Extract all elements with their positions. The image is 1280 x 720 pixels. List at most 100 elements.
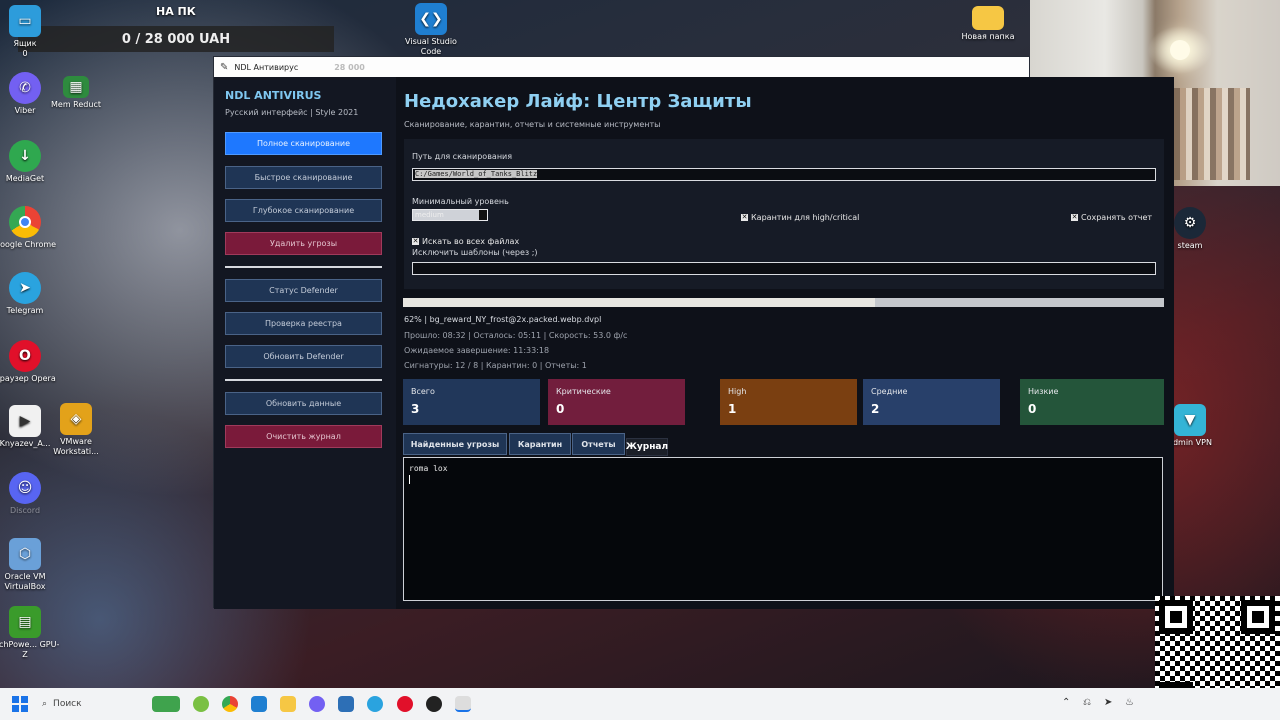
chrome-icon (9, 206, 41, 238)
save-report-checkbox[interactable]: ✕ Сохранять отчет (1071, 213, 1152, 222)
tile-label: Средние (871, 387, 908, 396)
exclude-patterns-input[interactable] (412, 262, 1156, 275)
taskbar-telegram-icon[interactable] (367, 696, 383, 712)
desktop-icon-gpu-z[interactable]: ▤ TechPowe... GPU-Z (0, 606, 60, 660)
taskbar-github-icon[interactable] (426, 696, 442, 712)
checkbox-checked-icon: ✕ (412, 237, 419, 245)
quarantine-checkbox-label: Карантин для high/critical (751, 213, 860, 222)
full-scan-button[interactable]: Полное сканирование (225, 132, 382, 155)
antivirus-window: ✎ NDL Антивирус 28 000 NDL ANTIVIRUS Рус… (213, 56, 1174, 609)
desktop-icon-vscode[interactable]: ❮❯ Visual Studio Code (396, 3, 466, 57)
all-files-checkbox[interactable]: ✕ Искать во всех файлах (412, 237, 519, 246)
tray-telegram-icon[interactable]: ➤ (1104, 697, 1112, 708)
refresh-data-button[interactable]: Обновить данные (225, 392, 382, 415)
time-status: Прошло: 08:32 | Осталось: 05:11 | Скорос… (404, 331, 628, 340)
clear-log-button[interactable]: Очистить журнал (225, 425, 382, 448)
tray-app-icon[interactable]: ♨ (1125, 697, 1134, 708)
low-threats-tile: Низкие 0 (1020, 379, 1164, 425)
save-report-checkbox-label: Сохранять отчет (1081, 213, 1153, 222)
tile-label: High (728, 387, 747, 396)
feather-icon: ✎ (220, 61, 229, 73)
taskbar-explorer-icon[interactable] (280, 696, 296, 712)
taskbar-chrome-icon[interactable] (222, 696, 238, 712)
scan-path-input[interactable]: C:/Games/World_of_Tanks_Blitz (412, 168, 1156, 181)
desktop-icon-mediaget[interactable]: ↓ MediaGet (0, 140, 60, 184)
critical-threats-tile: Критические 0 (548, 379, 685, 425)
defender-status-button[interactable]: Статус Defender (225, 279, 382, 302)
journal-text: roma lox (409, 464, 448, 473)
taskbar-weather-icon[interactable] (152, 696, 180, 712)
app-body: NDL ANTIVIRUS Русский интерфейс | Style … (214, 77, 1174, 609)
eta-status: Ожидаемое завершение: 11:33:18 (404, 346, 550, 355)
tray-usb-icon[interactable]: ⎌ (1083, 697, 1091, 708)
desktop-icon-vmware[interactable]: ◈ VMware Workstati... (41, 403, 111, 457)
desktop-icon-chrome[interactable]: Google Chrome (0, 206, 60, 250)
desktop-icon-new-folder[interactable]: Новая папка (953, 6, 1023, 42)
box-icon: ▭ (9, 5, 41, 37)
min-level-label: Минимальный уровень (412, 197, 509, 206)
scan-progress-fill (403, 298, 875, 307)
vpn-shield-icon: ▼ (1174, 404, 1206, 436)
total-threats-tile: Всего 3 (403, 379, 540, 425)
tile-value: 2 (871, 402, 880, 416)
journal-textarea[interactable]: roma lox (403, 457, 1163, 601)
tab-found-threats[interactable]: Найденные угрозы (403, 433, 507, 455)
taskbar-antivirus-icon[interactable] (455, 696, 471, 712)
min-level-select[interactable]: medium (412, 209, 488, 221)
tile-value: 0 (556, 402, 565, 416)
deep-scan-button[interactable]: Глубокое сканирование (225, 199, 382, 222)
taskbar: ⌕ Поиск ⌃ ⎌ ➤ ♨ (0, 688, 1280, 720)
tile-label: Критические (556, 387, 611, 396)
vscode-icon: ❮❯ (415, 3, 447, 35)
exclude-patterns-label: Исключить шаблоны (через ;) (412, 248, 538, 257)
vmware-icon: ◈ (60, 403, 92, 435)
tab-quarantine[interactable]: Карантин (509, 433, 571, 455)
telegram-plane-icon: ➤ (9, 272, 41, 304)
checkbox-checked-icon: ✕ (741, 213, 748, 221)
scan-path-value: C:/Games/World_of_Tanks_Blitz (415, 170, 538, 178)
scan-path-label: Путь для сканирования (412, 152, 513, 161)
qr-finder (1241, 600, 1275, 634)
taskbar-viber-icon[interactable] (309, 696, 325, 712)
all-files-checkbox-label: Искать во всех файлах (422, 237, 520, 246)
desktop-icon-telegram[interactable]: ➤ Telegram (0, 272, 60, 316)
taskbar-store-icon[interactable] (338, 696, 354, 712)
desktop-icon-opera[interactable]: O Браузер Opera (0, 340, 60, 384)
taskbar-app-icon[interactable] (193, 696, 209, 712)
window-titlebar[interactable]: ✎ NDL Антивирус 28 000 (214, 57, 1029, 77)
tile-value: 1 (728, 402, 737, 416)
desktop-icon-box[interactable]: ▭ Ящик 0 (0, 5, 60, 59)
opera-icon: O (9, 340, 41, 372)
registry-check-button[interactable]: Проверка реестра (225, 312, 382, 335)
desktop-icon-virtualbox[interactable]: ⬡ Oracle VM VirtualBox (0, 538, 60, 592)
steam-icon: ⚙ (1174, 207, 1206, 239)
current-file-status: 62% | bg_reward_NY_frost@2x.packed.webp.… (404, 315, 602, 324)
high-threats-tile: High 1 (720, 379, 857, 425)
update-defender-button[interactable]: Обновить Defender (225, 345, 382, 368)
sidebar-divider (225, 379, 382, 381)
taskbar-vscode-icon[interactable] (251, 696, 267, 712)
sidebar: NDL ANTIVIRUS Русский интерфейс | Style … (214, 77, 396, 609)
memory-chip-icon: ▦ (63, 76, 89, 98)
text-caret (409, 475, 410, 484)
tab-reports[interactable]: Отчеты (572, 433, 625, 455)
page-title: Недохакер Лайф: Центр Защиты (404, 91, 752, 112)
tab-journal[interactable]: Журнал (626, 438, 668, 456)
quick-scan-button[interactable]: Быстрое сканирование (225, 166, 382, 189)
tile-label: Всего (411, 387, 435, 396)
windows-start-icon[interactable] (12, 696, 28, 712)
remove-threats-button[interactable]: Удалить угрозы (225, 232, 382, 255)
desktop-icon-mem-reduct[interactable]: ▦ Mem Reduct (41, 76, 111, 110)
desktop-icon-discord[interactable]: ☺ Discord (0, 472, 60, 516)
donation-ghost: 28 000 (334, 62, 365, 72)
donation-top-label: НА ПК (156, 5, 196, 18)
taskbar-opera-icon[interactable] (397, 696, 413, 712)
quarantine-checkbox[interactable]: ✕ Карантин для high/critical (741, 213, 859, 222)
tile-value: 3 (411, 402, 420, 416)
folder-icon (972, 6, 1004, 30)
brand-subtitle: Русский интерфейс | Style 2021 (225, 108, 359, 117)
virtualbox-cube-icon: ⬡ (9, 538, 41, 570)
tray-chevron-up-icon[interactable]: ⌃ (1062, 697, 1070, 708)
page-subtitle: Сканирование, карантин, отчеты и системн… (404, 120, 661, 129)
brand-title: NDL ANTIVIRUS (225, 89, 322, 102)
